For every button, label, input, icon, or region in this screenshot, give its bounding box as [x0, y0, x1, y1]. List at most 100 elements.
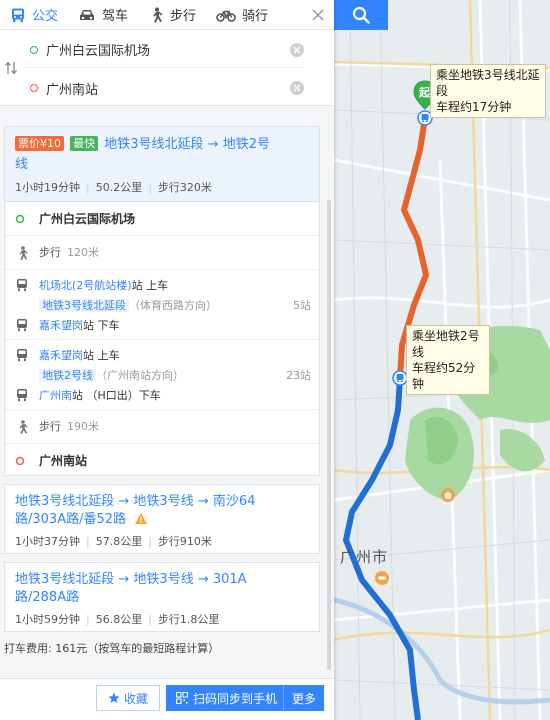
close-icon [312, 9, 324, 21]
send-to-phone-button[interactable]: 扫码同步到手机 更多 [166, 685, 324, 711]
step-walk-2-distance: 190米 [67, 420, 99, 433]
warning-icon[interactable] [134, 512, 148, 525]
panel-footer: 收藏 扫码同步到手机 更多 [0, 678, 334, 720]
tab-drive[interactable]: 驾车 [68, 0, 138, 30]
tab-bike-label: 骑行 [242, 9, 269, 24]
favorite-button[interactable]: 收藏 [96, 685, 160, 711]
step-walk-2-label: 步行 [39, 420, 61, 433]
step-end: 广州南站 [5, 444, 319, 478]
transit-2-alight-station[interactable]: 广州南 [39, 389, 72, 402]
route-3-title[interactable]: 地铁3号线北延段 → 地铁3号线 → 301A 路/288A路 [15, 571, 309, 607]
transit-1-line-info: 地铁3号线北延段 （体育西路方向） 5站 [39, 297, 311, 313]
route-3-walk: 步行1.8公里 [157, 613, 220, 626]
route-list[interactable]: 票价¥10 最快 地铁3号线北延段 → 地铁2号 线 1小时19分钟 | 50.2公… [0, 106, 334, 678]
walk-icon [153, 7, 163, 22]
route-input-box: 广州白云国际机场 广州南站 [0, 30, 334, 106]
poi-marker-icon[interactable] [374, 570, 390, 586]
swap-button[interactable] [0, 58, 22, 78]
route-1-title-line1: 地铁3号线北延段 → 地铁2号 [104, 137, 270, 152]
transit-2-alight: 广州南站 （H口出）下车 [39, 387, 311, 403]
transit-1-board-station[interactable]: 机场北(2号航站楼) [39, 279, 132, 292]
transit-2-line[interactable]: 地铁2号线 [39, 369, 96, 382]
route-option-2[interactable]: 地铁3号线北延段 → 地铁3号线 → 南沙64 路/303A路/番52路 1小时… [4, 484, 320, 554]
tab-transit[interactable]: 公交 [0, 0, 68, 30]
close-button[interactable] [302, 0, 334, 30]
route-3-duration: 1小时59分钟 [15, 613, 80, 626]
transit-2-alight-suffix: 站 （H口出）下车 [72, 389, 161, 402]
star-icon [108, 692, 120, 703]
tab-drive-label: 驾车 [102, 9, 129, 24]
step-start-place: 广州白云国际机场 [39, 212, 136, 226]
transit-2-board: 嘉禾望岗站 上车 [39, 347, 311, 363]
transit-1-alight-station[interactable]: 嘉禾望岗 [39, 319, 83, 332]
metro-icon [17, 279, 27, 291]
transit-1-board: 机场北(2号航站楼)站 上车 [39, 277, 311, 293]
route-1-title-line2: 线 [15, 157, 29, 172]
tab-walk[interactable]: 步行 [138, 0, 206, 30]
transit-1-stops: 5站 [293, 299, 311, 312]
segment-info-bubble-2: 乘坐地铁2号线 车程约52分钟 [406, 325, 490, 395]
route-panel: 公交 驾车 步行 骑行 广州白云国际机场 广州南站 票价¥10 最快 地铁3号线… [0, 0, 334, 720]
step-transit-2: 嘉禾望岗站 上车 地铁2号线 （广州南站方向） 23站 广州南站 （H口出）下车 [5, 340, 319, 410]
more-button[interactable]: 更多 [284, 690, 324, 707]
transit-1-line[interactable]: 地铁3号线北延段 [39, 299, 129, 312]
route-2-walk: 步行910米 [157, 535, 212, 548]
route-1-title[interactable]: 票价¥10 最快 地铁3号线北延段 → 地铁2号 线 [15, 135, 309, 175]
tab-bike[interactable]: 骑行 [206, 0, 278, 30]
transit-1-direction: （体育西路方向） [129, 299, 217, 312]
route-2-title-line2: 路/303A路/番52路 [15, 512, 127, 527]
poi-home-icon[interactable] [440, 487, 456, 503]
route-3-title-line2: 路/288A路 [15, 590, 80, 605]
step-walk-1-label: 步行 [39, 246, 61, 259]
step-walk-1-distance: 120米 [67, 246, 99, 259]
route-3-distance: 56.8公里 [95, 613, 143, 626]
segment-info-bubble-1: 乘坐地铁3号线北延段 车程约17分钟 [430, 64, 546, 118]
clear-icon [293, 46, 301, 53]
end-input[interactable]: 广州南站 [46, 79, 290, 98]
list-scrollbar[interactable] [327, 200, 331, 670]
start-input[interactable]: 广州白云国际机场 [46, 40, 290, 59]
route-option-3[interactable]: 地铁3号线北延段 → 地铁3号线 → 301A 路/288A路 1小时59分钟 |… [4, 562, 320, 632]
metro-icon [17, 349, 27, 361]
walk-icon [19, 419, 28, 434]
step-walk-2: 步行 190米 [5, 410, 319, 444]
route-option-1[interactable]: 票价¥10 最快 地铁3号线北延段 → 地铁2号 线 1小时19分钟 | 50.2公… [4, 126, 320, 476]
route-2-title[interactable]: 地铁3号线北延段 → 地铁3号线 → 南沙64 路/303A路/番52路 [15, 493, 309, 529]
price-badge: 票价¥10 [15, 136, 64, 151]
route-3-title-line1: 地铁3号线北延段 → 地铁3号线 → 301A [15, 572, 247, 587]
start-dot-icon [30, 45, 38, 54]
route-3-meta: 1小时59分钟 | 56.8公里 | 步行1.8公里 [15, 613, 220, 626]
walk-icon [19, 245, 28, 260]
clear-end-button[interactable] [290, 81, 304, 95]
transit-1-board-suffix: 站 上车 [131, 279, 169, 292]
send-to-phone-label: 扫码同步到手机 [193, 691, 278, 706]
search-button[interactable] [334, 0, 388, 30]
route-2-distance: 57.8公里 [95, 535, 143, 548]
route-1-walk: 步行320米 [157, 181, 212, 194]
start-input-row[interactable]: 广州白云国际机场 [24, 32, 304, 68]
end-dot-icon [30, 84, 38, 92]
clear-icon [293, 84, 301, 92]
fastest-badge: 最快 [70, 136, 99, 151]
tab-transit-label: 公交 [32, 9, 59, 24]
travel-mode-tabs: 公交 驾车 步行 骑行 [0, 0, 334, 30]
bike-icon [216, 10, 236, 22]
route-1-meta: 1小时19分钟 | 50.2公里 | 步行320米 [15, 181, 212, 194]
transit-1-alight-suffix: 站 下车 [83, 319, 120, 332]
swap-icon [5, 61, 17, 75]
route-2-meta: 1小时37分钟 | 57.8公里 | 步行910米 [15, 535, 212, 548]
step-walk-1: 步行 120米 [5, 236, 319, 270]
metro-icon [17, 389, 27, 401]
route-1-header[interactable]: 票价¥10 最快 地铁3号线北延段 → 地铁2号 线 1小时19分钟 | 50.2公… [5, 127, 319, 202]
transit-2-direction: （广州南站方向） [96, 369, 184, 382]
route-2-duration: 1小时37分钟 [15, 535, 80, 548]
taxi-fare-note: 打车费用: 161元（按驾车的最短路程计算） [4, 642, 220, 655]
search-icon [352, 6, 370, 24]
metro-icon [17, 319, 27, 331]
clear-start-button[interactable] [290, 42, 304, 57]
route-2-title-line1: 地铁3号线北延段 → 地铁3号线 → 南沙64 [15, 494, 256, 509]
transit-2-board-station[interactable]: 嘉禾望岗 [39, 349, 83, 362]
send-to-phone-main[interactable]: 扫码同步到手机 [166, 685, 284, 711]
end-input-row[interactable]: 广州南站 [24, 70, 304, 106]
route-1-duration: 1小时19分钟 [15, 181, 80, 194]
